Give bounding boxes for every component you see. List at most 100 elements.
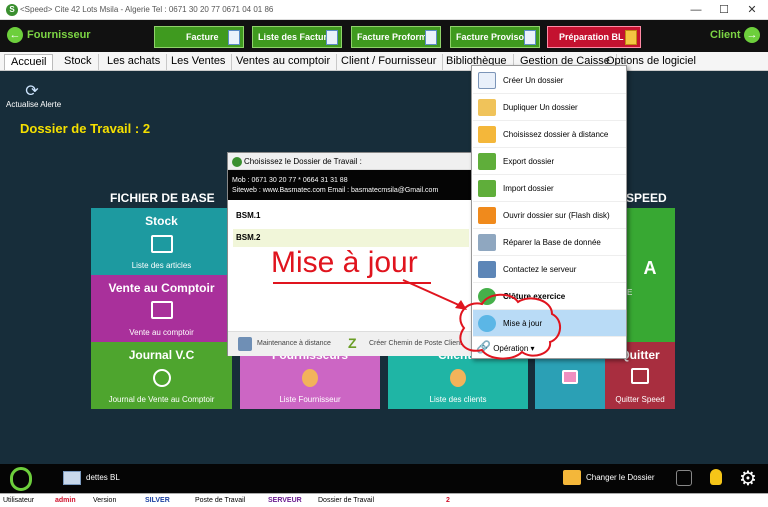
preparation-bl-label: Préparation BL	[559, 32, 624, 42]
liste-factures-button[interactable]: Liste des Factures	[252, 26, 342, 48]
tab-les-ventes[interactable]: Les Ventes	[165, 54, 233, 70]
tools-icon	[478, 234, 496, 251]
menu-item-label: Export dossier	[503, 157, 555, 166]
status-bar: Utilisateur admin Version SILVER Poste d…	[0, 493, 768, 507]
home-icon	[631, 368, 649, 384]
annotation-cloud	[459, 293, 561, 360]
menu-item-flash-disk[interactable]: Ouvrir dossier sur (Flash disk)	[473, 202, 626, 229]
facture-button[interactable]: Facture	[154, 26, 244, 48]
dialog-title: Choisissez le Dossier de Travail :	[228, 153, 472, 170]
fournisseurs-tile-subtitle: Liste Fournisseur	[279, 395, 341, 404]
utilisateur-label: Utilisateur	[3, 497, 35, 504]
quitter-tile-subtitle: Quitter Speed	[615, 395, 665, 404]
barcode-icon	[150, 301, 173, 319]
menu-item-contactez[interactable]: Contactez le serveur	[473, 256, 626, 283]
journal-vc-tile-title: Journal V.C	[128, 348, 195, 362]
contact-info: Mob : 0671 30 20 77 * 0664 31 31 88 Site…	[228, 170, 472, 200]
clock-icon	[152, 369, 171, 387]
document-icon	[425, 30, 437, 45]
preparation-bl-button[interactable]: Préparation BL	[547, 26, 641, 48]
changer-dossier-button[interactable]: Changer le Dossier	[586, 473, 654, 482]
chemin-icon: Z	[348, 335, 357, 351]
stock-tile-title: Stock	[145, 214, 178, 228]
menu-item-reparer[interactable]: Réparer la Base de donnée	[473, 229, 626, 256]
folder-icon	[563, 470, 581, 485]
refresh-icon[interactable]: ⟳	[20, 81, 44, 100]
document-icon	[524, 30, 536, 45]
arrow-left-icon[interactable]: ←	[7, 27, 23, 43]
tab-accueil[interactable]: Accueil	[4, 54, 54, 70]
top-toolbar: ← Fournisseur Facture Liste des Factures…	[0, 20, 768, 52]
actualise-alerte-label[interactable]: Actualise Alerte	[6, 100, 61, 109]
folder-open-icon	[478, 126, 496, 143]
fournisseur-nav-button[interactable]: Fournisseur	[27, 29, 91, 41]
version-value: SILVER	[145, 497, 170, 504]
speed-tile-sub: E	[627, 288, 633, 297]
menu-item-label: Créer Un dossier	[503, 76, 564, 85]
clients-tile-subtitle: Liste des clients	[429, 395, 487, 404]
facture-label: Facture	[186, 32, 219, 42]
people-icon	[450, 369, 466, 387]
dossier-row[interactable]: BSM.1	[233, 207, 469, 225]
duplicate-icon	[478, 99, 496, 116]
dossier-travail-label: Dossier de Travail : 2	[20, 121, 151, 136]
poste-value: SERVEUR	[268, 497, 302, 504]
dossier-value: 2	[446, 497, 450, 504]
poste-label: Poste de Travail	[195, 497, 246, 504]
journal-vc-tile[interactable]: Journal V.C Journal de Vente au Comptoir	[91, 342, 232, 409]
window-title: <Speed> Cite 42 Lots Msila - Algerie Tel…	[20, 5, 274, 14]
arrow-right-icon[interactable]: →	[744, 27, 760, 43]
eraser-icon	[562, 370, 578, 384]
stock-tile-subtitle: Liste des articles	[131, 261, 192, 270]
app-logo-icon: S	[6, 4, 18, 16]
dettes-icon	[63, 471, 81, 485]
person-icon	[302, 369, 318, 387]
menu-item-export[interactable]: Export dossier	[473, 148, 626, 175]
menu-item-distance[interactable]: Choisissez dossier à distance	[473, 121, 626, 148]
dossier-row[interactable]: BSM.2	[233, 229, 469, 247]
menu-item-label: Contactez le serveur	[503, 265, 577, 274]
vente-comptoir-tile-title: Vente au Comptoir	[108, 281, 215, 295]
maintenance-button[interactable]: Maintenance à distance	[257, 340, 331, 347]
app-logo-icon	[232, 157, 242, 167]
tab-stock[interactable]: Stock	[58, 54, 99, 70]
rss-icon	[478, 207, 496, 224]
dossier-label: Dossier de Travail	[318, 497, 375, 504]
utilisateur-value: admin	[55, 497, 76, 504]
tab-ventes-comptoir[interactable]: Ventes au comptoir	[230, 54, 338, 70]
document-icon	[228, 30, 240, 45]
facture-provisoire-button[interactable]: Facture Provisoire	[450, 26, 540, 48]
chat-icon[interactable]	[676, 470, 692, 486]
documents-icon	[326, 30, 338, 45]
maximize-button[interactable]: ☐	[712, 2, 736, 18]
close-button[interactable]: ✕	[740, 2, 764, 18]
menu-item-label: Dupliquer Un dossier	[503, 103, 578, 112]
new-document-icon	[478, 72, 496, 89]
menu-tabs: Accueil Stock Les achats Les Ventes Vent…	[0, 52, 768, 71]
client-nav-button[interactable]: Client	[710, 29, 741, 41]
tab-les-achats[interactable]: Les achats	[101, 54, 168, 70]
lightbulb-icon[interactable]	[710, 469, 722, 485]
menu-item-label: Ouvrir dossier sur (Flash disk)	[503, 211, 610, 220]
dettes-bl-button[interactable]: dettes BL	[86, 473, 120, 482]
remote-icon	[238, 337, 252, 351]
menu-item-import[interactable]: Import dossier	[473, 175, 626, 202]
stock-tile[interactable]: Stock Liste des articles	[91, 208, 232, 275]
menu-item-dupliquer[interactable]: Dupliquer Un dossier	[473, 94, 626, 121]
tab-client-fournisseur[interactable]: Client / Fournisseur	[335, 54, 444, 70]
gear-icon[interactable]: ⚙	[739, 466, 757, 491]
speed-header: SPEED	[626, 191, 667, 205]
export-icon	[478, 153, 496, 170]
fingerprint-icon[interactable]	[10, 467, 32, 491]
vente-comptoir-tile[interactable]: Vente au Comptoir Vente au comptoir	[91, 275, 232, 342]
import-icon	[478, 180, 496, 197]
facture-proformat-button[interactable]: Facture Proformat	[351, 26, 441, 48]
menu-item-label: Import dossier	[503, 184, 554, 193]
mob-text: Mob : 0671 30 20 77 * 0664 31 31 88	[232, 177, 348, 184]
folder-arrow-icon	[625, 30, 637, 45]
creer-chemin-button[interactable]: Créer Chemin de Poste Client	[369, 340, 462, 347]
facture-proformat-label: Facture Proformat	[357, 32, 436, 42]
menu-item-creer-dossier[interactable]: Créer Un dossier	[473, 67, 626, 94]
menu-item-label: Réparer la Base de donnée	[503, 238, 601, 247]
minimize-button[interactable]: —	[684, 2, 708, 18]
